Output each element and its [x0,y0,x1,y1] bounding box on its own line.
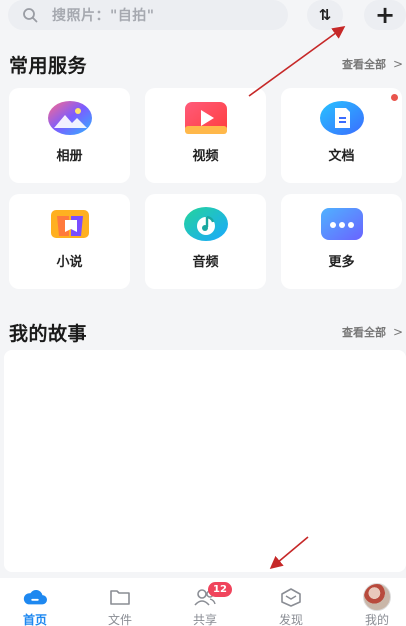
service-tile-more[interactable]: 更多 [281,194,402,289]
cloud-home-icon [23,586,47,608]
tab-label-home: 首页 [22,613,47,626]
audio-icon [183,206,229,242]
service-label-video: 视频 [192,149,219,164]
service-tile-audio[interactable]: 音频 [145,194,266,289]
tab-me[interactable]: 我的 [342,578,406,626]
service-label-document: 文档 [328,149,355,164]
service-tile-album[interactable]: 相册 [9,88,130,183]
service-tile-document[interactable]: 文档 [281,88,402,183]
video-icon [183,100,229,136]
avatar [363,583,391,611]
search-placeholder: 搜照片："自拍" [52,8,155,24]
service-label-album: 相册 [56,149,83,164]
novel-icon [47,206,93,242]
search-icon [23,8,38,23]
tab-label-files: 文件 [107,613,132,626]
story-title: 我的故事 [9,322,88,345]
discover-icon [279,586,303,608]
tab-share[interactable]: 12 共享 [170,578,240,626]
tab-label-me: 我的 [364,613,389,626]
services-grid: 相册 视频 文档 小说 音频 更多 [9,88,406,289]
services-view-all-link[interactable]: 查看全部 [342,56,386,72]
share-count-badge: 12 [208,582,232,597]
tab-label-discover: 发现 [278,613,303,626]
tab-label-share: 共享 [192,613,217,626]
service-tile-video[interactable]: 视频 [145,88,266,183]
tab-files[interactable]: 文件 [85,578,155,626]
services-header: 常用服务 查看全部 > [0,50,406,78]
document-icon [319,100,365,136]
folder-icon [108,586,132,608]
chevron-right-icon[interactable]: > [393,325,403,339]
story-view-all-link[interactable]: 查看全部 [342,324,386,340]
album-icon [47,100,93,136]
service-label-novel: 小说 [56,255,83,270]
top-bar: 搜照片："自拍" ⇅ + [0,0,406,32]
service-label-audio: 音频 [192,255,219,270]
story-content-panel [4,350,406,572]
sort-button[interactable]: ⇅ [307,0,343,30]
story-header: 我的故事 查看全部 > [0,318,406,346]
services-title: 常用服务 [9,54,88,77]
sort-icon: ⇅ [318,6,332,24]
service-label-more: 更多 [328,255,355,270]
notification-dot [391,94,398,101]
plus-icon: + [374,1,396,29]
chevron-right-icon[interactable]: > [393,57,403,71]
more-icon [319,206,365,242]
tab-home[interactable]: 首页 [0,578,70,626]
bottom-tab-bar: 首页 文件 12 共享 发现 我的 [0,578,406,626]
search-bar[interactable]: 搜照片："自拍" [8,0,288,30]
service-tile-novel[interactable]: 小说 [9,194,130,289]
tab-discover[interactable]: 发现 [256,578,326,626]
add-button[interactable]: + [364,0,406,30]
